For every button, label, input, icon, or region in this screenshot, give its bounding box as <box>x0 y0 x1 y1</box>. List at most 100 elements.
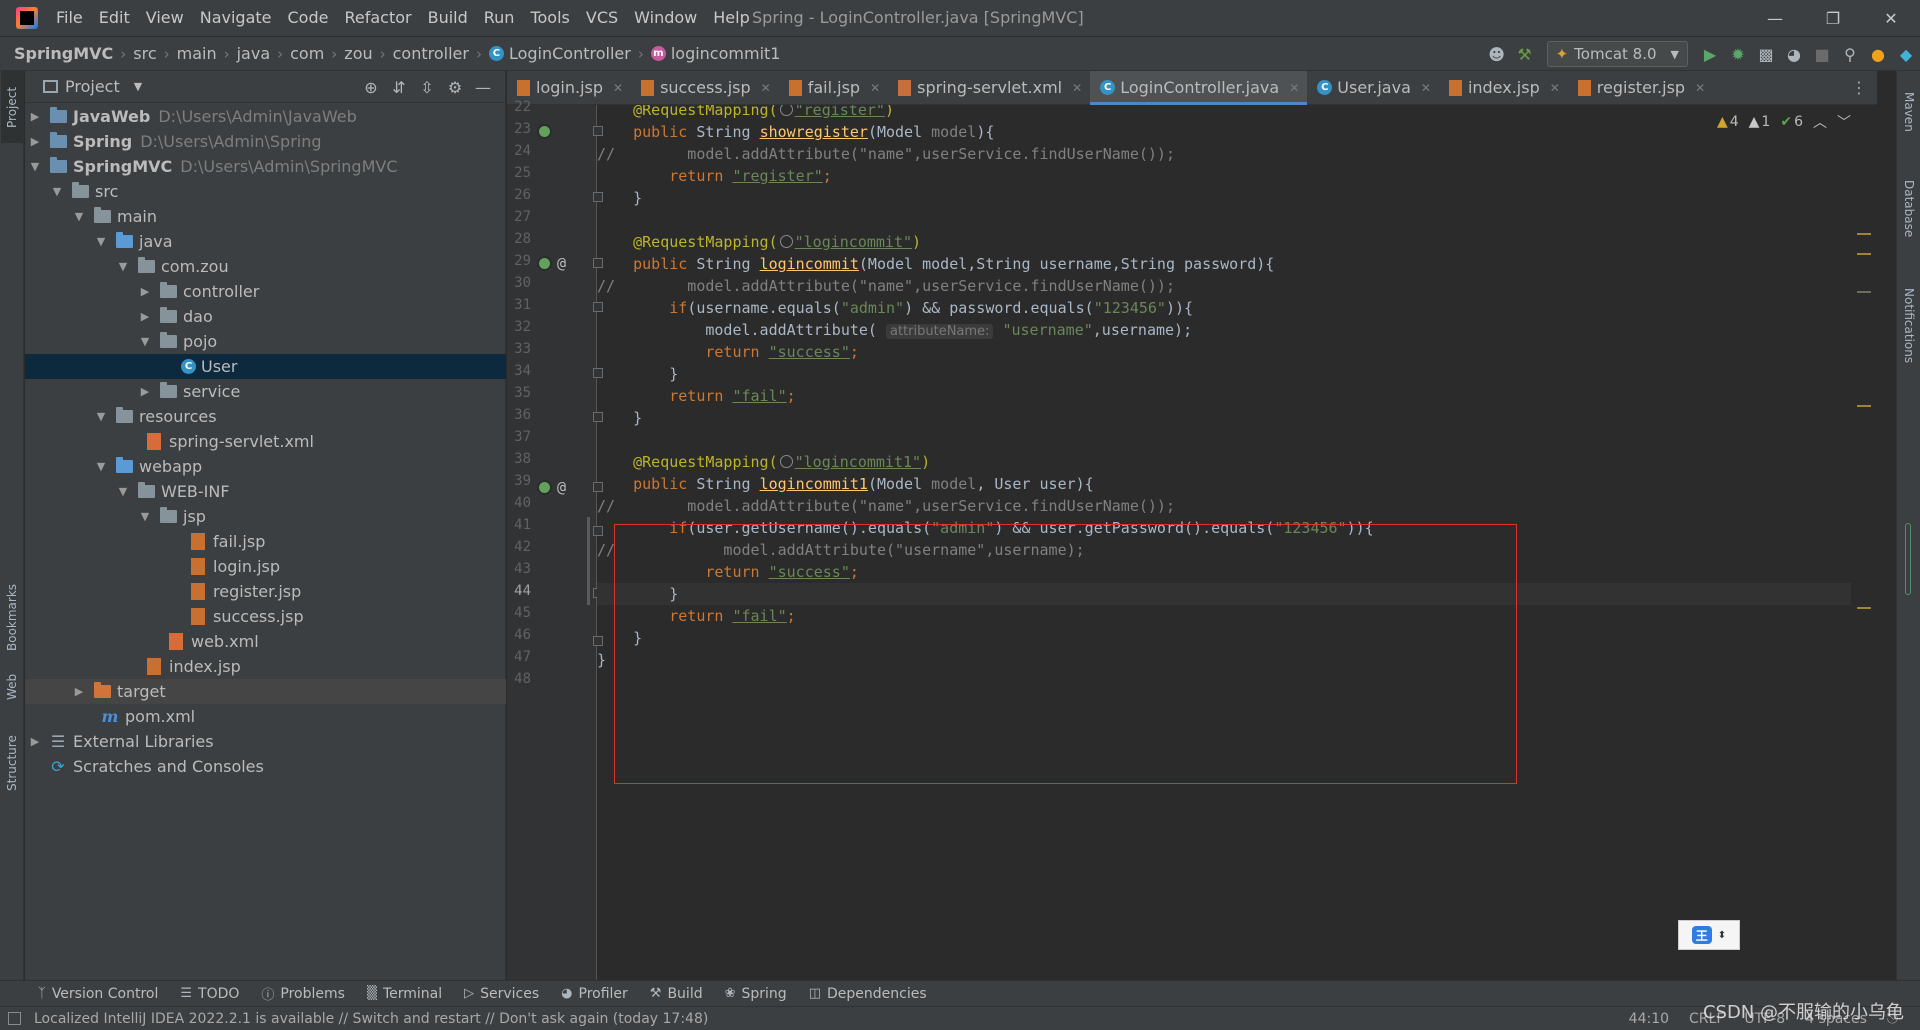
chevron-down-icon[interactable]: ▼ <box>115 260 131 273</box>
warning-stripe-mark[interactable] <box>1857 233 1871 235</box>
chevron-up-icon[interactable]: ︿ <box>1813 112 1827 132</box>
close-icon[interactable]: ✕ <box>1695 81 1705 95</box>
web-tool-button[interactable]: Web <box>1 667 23 707</box>
version-control-button[interactable]: ᛉ Version Control <box>38 986 158 1002</box>
tree-item[interactable]: ▶ dao <box>25 304 506 329</box>
breadcrumb-project[interactable]: SpringMVC <box>14 44 113 63</box>
annotation-at-icon[interactable]: @ <box>557 478 566 496</box>
menu-window[interactable]: Window <box>626 0 705 36</box>
menu-build[interactable]: Build <box>420 0 476 36</box>
tree-item[interactable]: ⟳ Scratches and Consoles <box>25 754 506 779</box>
chevron-down-icon[interactable]: ▼ <box>27 160 43 173</box>
tab-login-controller-java[interactable]: C LoginController.java ✕ <box>1090 71 1308 105</box>
error-stripe[interactable] <box>1851 105 1877 980</box>
chevron-right-icon[interactable]: ▶ <box>27 110 43 123</box>
menu-run[interactable]: Run <box>476 0 523 36</box>
jetbrains-toolbox-icon[interactable]: ◆ <box>1892 40 1920 68</box>
weak-stripe-mark[interactable] <box>1857 291 1871 293</box>
chevron-down-icon[interactable]: ▼ <box>49 185 65 198</box>
tab-index-jsp[interactable]: index.jsp ✕ <box>1439 71 1568 104</box>
tree-item[interactable]: ▼ resources <box>25 404 506 429</box>
chevron-right-icon[interactable]: ▶ <box>137 385 153 398</box>
structure-tool-button[interactable]: Structure <box>1 719 23 807</box>
breadcrumb-zou[interactable]: zou <box>344 44 372 63</box>
warning-stripe-mark[interactable] <box>1857 253 1871 255</box>
menu-file[interactable]: File <box>48 0 91 36</box>
tab-fail-jsp[interactable]: fail.jsp ✕ <box>779 71 888 104</box>
project-tool-button[interactable]: Project <box>1 71 23 143</box>
tree-item[interactable]: index.jsp <box>25 654 506 679</box>
breadcrumb-class[interactable]: C LoginController <box>488 44 631 63</box>
breadcrumb-method[interactable]: m logincommit1 <box>650 44 780 63</box>
breadcrumb-src[interactable]: src <box>133 44 156 63</box>
breadcrumb-java[interactable]: java <box>237 44 271 63</box>
tree-item[interactable]: web.xml <box>25 629 506 654</box>
tab-user-java[interactable]: C User.java ✕ <box>1307 71 1439 104</box>
gear-icon[interactable]: ⚙ <box>441 73 469 101</box>
caret-position[interactable]: 44:10 <box>1629 1011 1669 1027</box>
close-icon[interactable]: ✕ <box>870 81 880 95</box>
spring-mapping-icon[interactable] <box>537 124 552 139</box>
tree-item[interactable]: m pom.xml <box>25 704 506 729</box>
tree-item[interactable]: ▼ com.zou <box>25 254 506 279</box>
menu-navigate[interactable]: Navigate <box>192 0 280 36</box>
run-icon[interactable]: ▶ <box>1696 40 1724 68</box>
tree-item[interactable]: ▼ SpringMVC D:\Users\Admin\SpringMVC <box>25 154 506 179</box>
menu-help[interactable]: Help <box>705 0 757 36</box>
build-hammer-icon[interactable]: ⚒ <box>1511 40 1539 68</box>
chevron-down-icon[interactable]: ▼ <box>137 335 153 348</box>
tab-spring-servlet-xml[interactable]: spring-servlet.xml ✕ <box>888 71 1090 104</box>
menu-edit[interactable]: Edit <box>91 0 138 36</box>
dependencies-button[interactable]: ◫ Dependencies <box>809 986 927 1002</box>
tree-item[interactable]: ▼ jsp <box>25 504 506 529</box>
profiler-button[interactable]: ◕ Profiler <box>561 986 628 1002</box>
tree-item[interactable]: ▼ WEB-INF <box>25 479 506 504</box>
close-icon[interactable]: ✕ <box>1289 81 1299 95</box>
tree-item-selected[interactable]: C User <box>25 354 506 379</box>
chevron-down-icon[interactable]: ▼ <box>134 80 142 93</box>
close-icon[interactable]: ✕ <box>761 81 771 95</box>
coverage-icon[interactable]: ▩ <box>1752 40 1780 68</box>
restore-button[interactable]: ❐ <box>1804 0 1862 36</box>
problems-button[interactable]: ⓘ Problems <box>261 984 345 1004</box>
chevron-down-icon[interactable]: ▼ <box>115 485 131 498</box>
breadcrumb-main[interactable]: main <box>177 44 217 63</box>
services-button[interactable]: ▷ Services <box>464 986 539 1002</box>
close-window-button[interactable]: ✕ <box>1862 0 1920 36</box>
maven-tool-button[interactable]: Maven <box>1898 77 1920 147</box>
debug-icon[interactable]: ✹ <box>1724 40 1752 68</box>
run-configuration-select[interactable]: ✦ Tomcat 8.0 ▼ <box>1546 41 1688 67</box>
tree-item[interactable]: success.jsp <box>25 604 506 629</box>
hide-panel-icon[interactable]: — <box>469 73 497 101</box>
tree-item[interactable]: ▼ main <box>25 204 506 229</box>
tree-item[interactable]: ▶ Spring D:\Users\Admin\Spring <box>25 129 506 154</box>
close-icon[interactable]: ✕ <box>1072 81 1082 95</box>
build-button[interactable]: ⚒ Build <box>650 986 703 1002</box>
chevron-right-icon[interactable]: ▶ <box>71 685 87 698</box>
search-icon[interactable]: ⚲ <box>1836 40 1864 68</box>
chevron-right-icon[interactable]: ▶ <box>137 285 153 298</box>
minimize-button[interactable]: — <box>1746 0 1804 36</box>
project-panel-title[interactable]: Project <box>65 77 120 96</box>
locate-icon[interactable]: ⊕ <box>357 73 385 101</box>
warning-stripe-mark[interactable] <box>1857 607 1871 609</box>
close-icon[interactable]: ✕ <box>1421 81 1431 95</box>
stop-icon[interactable]: ■ <box>1808 40 1836 68</box>
terminal-button[interactable]: ▒ Terminal <box>367 986 442 1002</box>
tree-item[interactable]: ▶ controller <box>25 279 506 304</box>
chevron-right-icon[interactable]: ▶ <box>27 735 43 748</box>
chevron-right-icon[interactable]: ▶ <box>27 135 43 148</box>
spring-mapping-icon[interactable] <box>537 256 552 271</box>
chevron-down-icon[interactable]: ▼ <box>71 210 87 223</box>
chevron-down-icon[interactable]: ▼ <box>93 460 109 473</box>
tree-item[interactable]: ▼ src <box>25 179 506 204</box>
collapse-all-icon[interactable]: ⇳ <box>413 73 441 101</box>
tree-item[interactable]: ▼ pojo <box>25 329 506 354</box>
chevron-down-icon[interactable]: ▼ <box>137 510 153 523</box>
menu-tools[interactable]: Tools <box>522 0 577 36</box>
database-tool-button[interactable]: Database <box>1898 167 1920 251</box>
spring-mapping-icon[interactable] <box>537 480 552 495</box>
annotation-at-icon[interactable]: @ <box>557 254 566 272</box>
inspections-widget[interactable]: ▲ 4 ▲ 1 ✔ 6 ︿ ﹀ <box>1707 111 1851 133</box>
menu-vcs[interactable]: VCS <box>578 0 626 36</box>
